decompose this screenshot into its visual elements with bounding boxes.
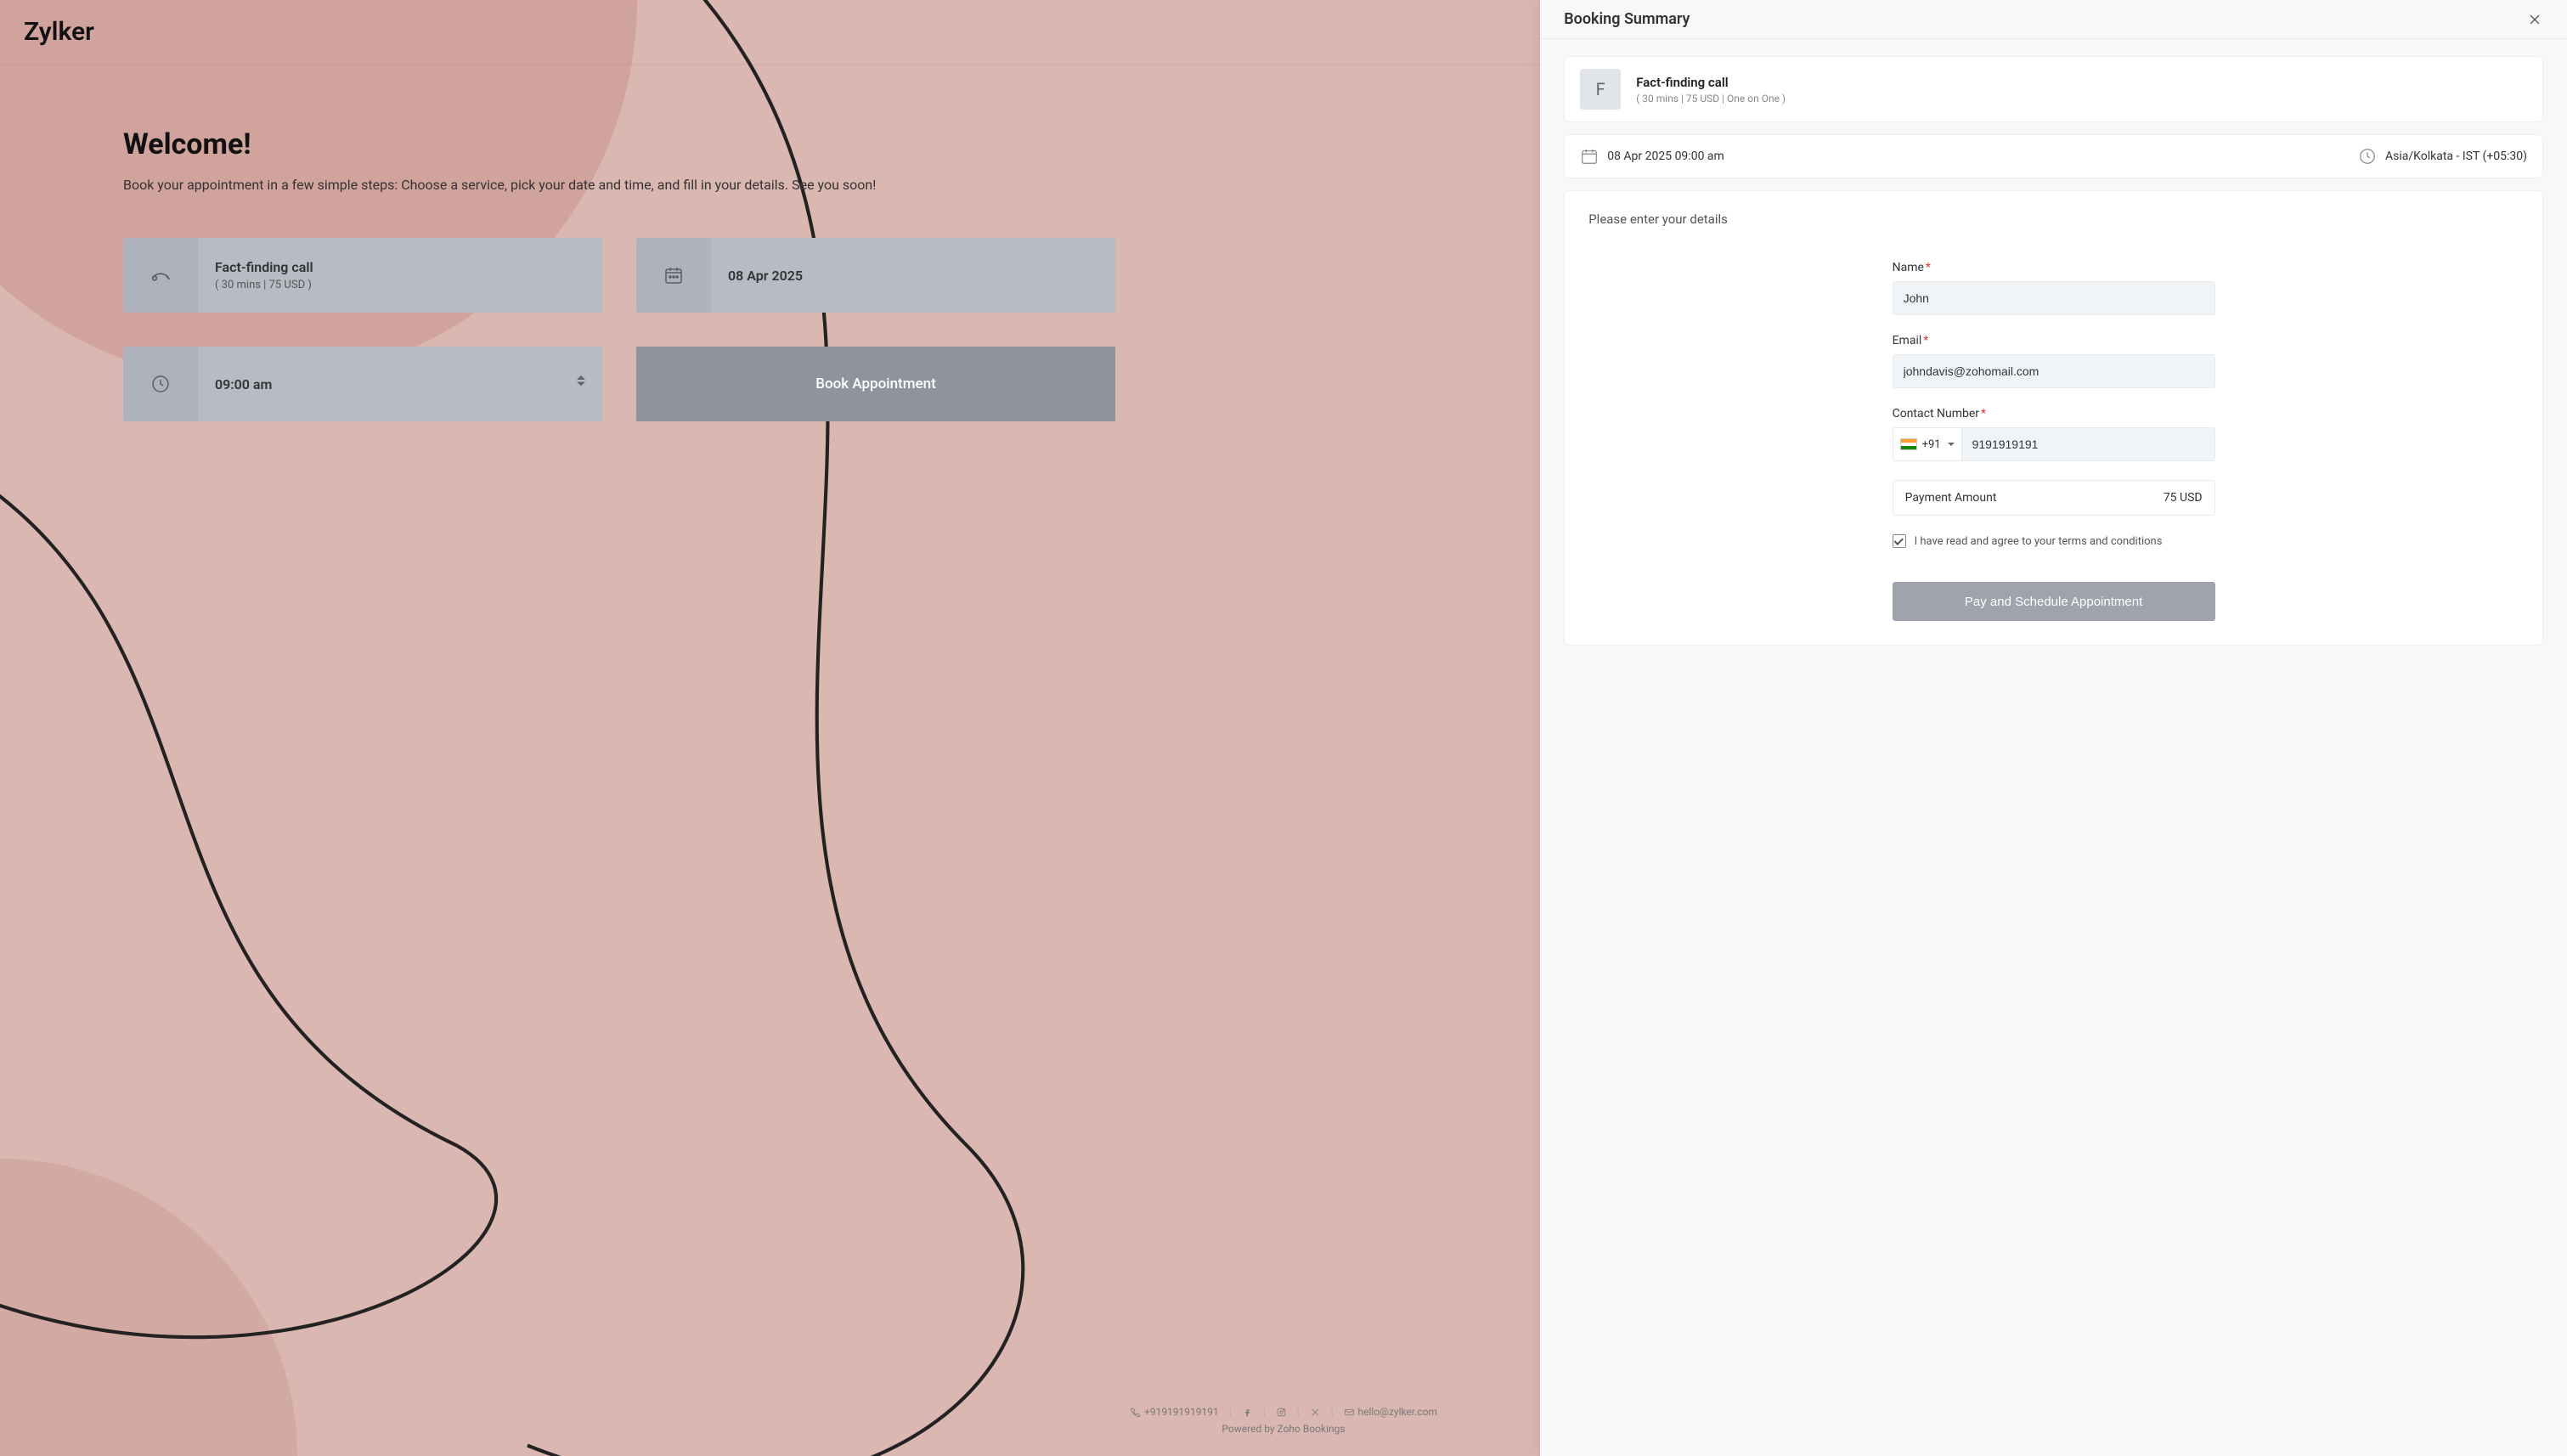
clock-icon (2358, 147, 2377, 166)
email-field-group: Email* (1893, 334, 2215, 388)
phone-input[interactable] (1961, 427, 2215, 461)
summary-meta: 08 Apr 2025 09:00 am Asia/Kolkata - IST … (1564, 134, 2543, 178)
phone-label: Contact Number* (1893, 407, 2215, 420)
summary-service-name: Fact-finding call (1636, 75, 1786, 90)
submit-button[interactable]: Pay and Schedule Appointment (1893, 582, 2215, 621)
payment-label: Payment Amount (1905, 491, 1997, 505)
details-form: Please enter your details Name* Email* C… (1564, 190, 2543, 646)
summary-service: F Fact-finding call ( 30 mins | 75 USD |… (1564, 56, 2543, 122)
close-button[interactable] (2526, 11, 2543, 28)
terms-checkbox[interactable] (1893, 534, 1906, 548)
summary-datetime: 08 Apr 2025 09:00 am (1580, 147, 1724, 166)
panel-body: F Fact-finding call ( 30 mins | 75 USD |… (1540, 39, 2567, 1456)
summary-datetime-text: 08 Apr 2025 09:00 am (1607, 150, 1724, 163)
name-label: Name* (1893, 261, 2215, 274)
service-avatar: F (1580, 69, 1621, 110)
summary-timezone: Asia/Kolkata - IST (+05:30) (2358, 147, 2527, 166)
calendar-icon (1580, 147, 1599, 166)
payment-value: 75 USD (2164, 491, 2203, 505)
name-field-group: Name* (1893, 261, 2215, 315)
phone-field-group: Contact Number* +91 (1893, 407, 2215, 461)
payment-amount: Payment Amount 75 USD (1893, 480, 2215, 516)
email-label: Email* (1893, 334, 2215, 347)
form-heading: Please enter your details (1588, 212, 2519, 227)
terms-row: I have read and agree to your terms and … (1893, 534, 2215, 548)
summary-timezone-text: Asia/Kolkata - IST (+05:30) (2385, 150, 2527, 163)
booking-summary-panel: Booking Summary F Fact-finding call ( 30… (1540, 0, 2567, 1456)
name-input[interactable] (1893, 281, 2215, 315)
panel-title: Booking Summary (1564, 10, 1690, 28)
summary-service-meta: ( 30 mins | 75 USD | One on One ) (1636, 93, 1786, 104)
email-input[interactable] (1893, 354, 2215, 388)
flag-icon (1900, 438, 1917, 450)
close-icon (2526, 11, 2543, 28)
panel-header: Booking Summary (1540, 0, 2567, 39)
terms-text[interactable]: I have read and agree to your terms and … (1915, 535, 2163, 548)
dialcode-text: +91 (1922, 438, 1941, 451)
dialcode-select[interactable]: +91 (1893, 427, 1961, 461)
